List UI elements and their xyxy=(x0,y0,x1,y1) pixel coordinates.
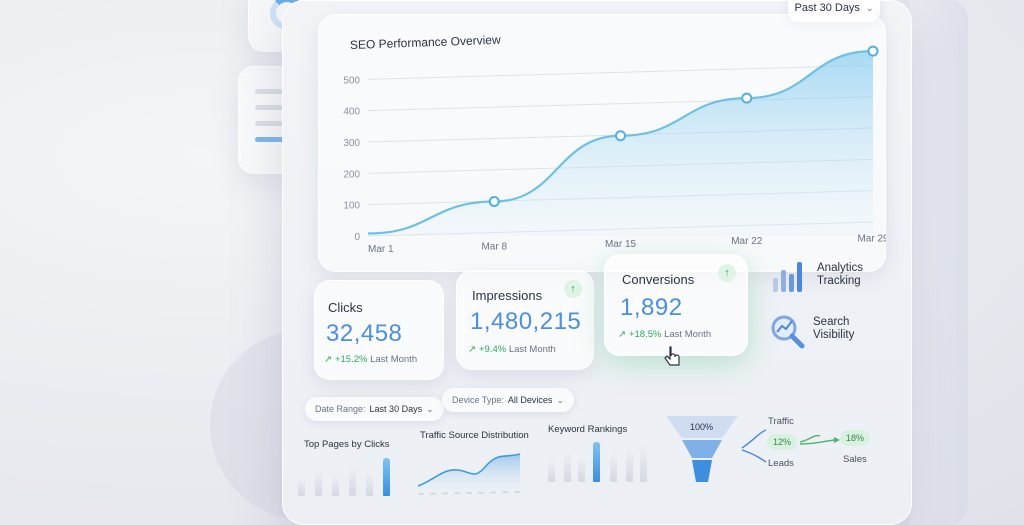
search-visibility-link[interactable]: Search Visibility xyxy=(813,316,854,342)
bar xyxy=(315,470,322,496)
device-type-filter[interactable]: Device Type: All Devices ⌄ xyxy=(442,388,574,412)
arrow-up-icon: ↑ xyxy=(718,264,736,282)
keyword-rankings-title: Keyword Rankings xyxy=(548,424,628,435)
data-point[interactable] xyxy=(741,92,753,104)
chevron-down-icon: ⌄ xyxy=(556,394,564,405)
area-fill xyxy=(368,51,873,237)
leads-percent-badge: 12% xyxy=(767,434,797,450)
keyword-rankings-bars xyxy=(548,436,648,482)
x-tick-label: Mar 15 xyxy=(605,239,637,250)
search-line1: Search xyxy=(813,316,850,328)
x-tick-label: Mar 8 xyxy=(481,241,507,252)
device-type-filter-label: Device Type: xyxy=(452,395,504,405)
bar-highlighted xyxy=(593,442,600,482)
search-visibility-icon xyxy=(771,315,805,349)
conversions-value: 1,892 xyxy=(620,294,683,321)
bar xyxy=(349,466,356,496)
x-tick-label: Mar 22 xyxy=(731,236,763,247)
impressions-label: Impressions xyxy=(472,288,543,303)
trend-up-icon: ↗ xyxy=(618,329,626,340)
impressions-value: 1,480,215 xyxy=(470,308,582,335)
traffic-source-area-chart xyxy=(417,453,521,495)
date-range-filter-label: Date Range: xyxy=(315,404,366,414)
y-tick-label: 300 xyxy=(343,138,360,149)
bar-highlighted xyxy=(383,458,390,496)
funnel-traffic-label: Traffic xyxy=(768,416,794,427)
bar xyxy=(332,476,339,496)
date-range-filter-value: Last 30 Days xyxy=(369,404,423,414)
funnel-leads-label: Leads xyxy=(768,458,794,469)
traffic-source-title: Traffic Source Distribution xyxy=(420,430,529,441)
conversions-delta-suffix: Last Month xyxy=(664,329,712,340)
top-pages-title: Top Pages by Clicks xyxy=(304,439,390,450)
funnel-sales-label: Sales xyxy=(843,454,867,465)
trend-up-icon: ↗ xyxy=(324,354,332,365)
clicks-delta-percent: +15.2% xyxy=(334,354,368,365)
conversions-label: Conversions xyxy=(622,272,695,287)
clicks-card[interactable]: Clicks 32,458 ↗ +15.2% Last Month xyxy=(314,280,444,380)
side-frame xyxy=(910,0,968,525)
date-range-dropdown-label: Past 30 Days xyxy=(794,2,860,14)
device-type-filter-value: All Devices xyxy=(507,395,553,405)
impressions-card[interactable]: Impressions ↑ 1,480,215 ↗ +9.4% Last Mont… xyxy=(456,270,594,370)
funnel-top-percent: 100% xyxy=(690,422,714,432)
y-tick-label: 400 xyxy=(343,107,360,118)
date-range-filter[interactable]: Date Range: Last 30 Days ⌄ xyxy=(305,397,444,421)
bar xyxy=(366,472,373,496)
bar xyxy=(640,444,647,482)
conversions-delta-percent: +18.5% xyxy=(628,329,662,340)
bar xyxy=(578,456,585,482)
gridline xyxy=(367,64,874,80)
chevron-down-icon: ⌄ xyxy=(426,403,434,414)
y-tick-label: 200 xyxy=(343,169,360,180)
impressions-delta-suffix: Last Month xyxy=(508,344,556,355)
clicks-delta-suffix: Last Month xyxy=(370,354,418,365)
analytics-bars-icon xyxy=(773,262,802,292)
bar xyxy=(610,452,617,482)
bar xyxy=(564,452,571,482)
x-tick-label: Mar 1 xyxy=(368,244,394,255)
arrow-up-icon: ↑ xyxy=(564,280,582,298)
data-point[interactable] xyxy=(867,45,879,57)
data-point[interactable] xyxy=(615,130,626,142)
analytics-line2: Tracking xyxy=(817,275,861,287)
data-point[interactable] xyxy=(488,196,500,208)
bar xyxy=(298,478,305,496)
y-tick-label: 500 xyxy=(343,75,360,86)
pointer-cursor-icon xyxy=(664,346,680,366)
clicks-label: Clicks xyxy=(328,300,363,315)
sales-percent-badge: 18% xyxy=(840,430,870,446)
bar xyxy=(548,460,555,482)
conversions-card[interactable]: Conversions ↑ 1,892 ↗ +18.5% Last Month xyxy=(604,254,748,356)
clicks-delta: ↗ +15.2% Last Month xyxy=(324,354,417,365)
chevron-down-icon: ⌄ xyxy=(865,2,874,13)
analytics-tracking-link[interactable]: Analytics Tracking xyxy=(817,262,863,288)
conversions-delta: ↗ +18.5% Last Month xyxy=(618,329,711,340)
bar xyxy=(626,448,633,482)
analytics-line1: Analytics xyxy=(817,262,864,274)
impressions-delta: ↗ +9.4% Last Month xyxy=(468,344,556,355)
y-tick-label: 0 xyxy=(354,232,360,243)
top-pages-bars xyxy=(298,454,398,496)
search-line2: Visibility xyxy=(813,329,855,341)
x-tick-label: Mar 29 xyxy=(857,234,886,245)
y-tick-label: 100 xyxy=(343,201,360,212)
impressions-delta-percent: +9.4% xyxy=(478,344,507,355)
trend-up-icon: ↗ xyxy=(468,344,476,355)
clicks-value: 32,458 xyxy=(326,320,403,347)
performance-chart: 0 100 200 300 400 500 Mar 1 Mar 8 Mar 15 Mar 22 Ma… xyxy=(343,45,886,255)
